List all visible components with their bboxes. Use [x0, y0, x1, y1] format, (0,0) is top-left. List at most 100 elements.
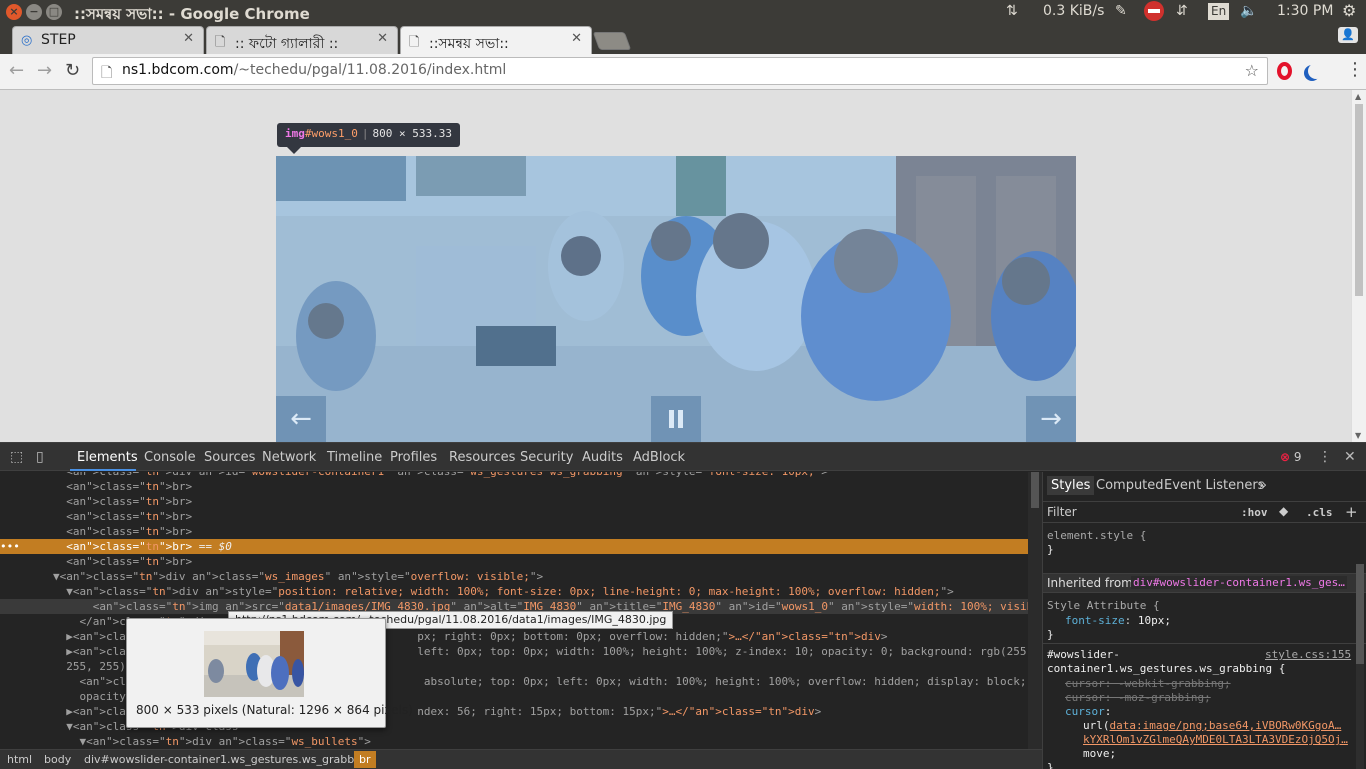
- scroll-down-icon[interactable]: ▼: [1355, 431, 1361, 440]
- devtools-tabbar: ⬚ ▯ Elements Console Sources Network Tim…: [0, 443, 1366, 471]
- minimize-window-button[interactable]: −: [26, 4, 42, 20]
- pause-button[interactable]: [651, 396, 701, 442]
- dom-node-line[interactable]: <an">class="tn">br>: [0, 524, 1028, 539]
- crumb-div[interactable]: div#wowslider-container1.ws_gestures.ws_…: [84, 753, 371, 766]
- cursor-url-cont[interactable]: kYXRlOm1vZGlmeQAyMDE0LTA3LTA3VDEzOjQ5Oj…: [1083, 733, 1348, 747]
- image-dimensions: 800 × 533 pixels (Natural: 1296 × 864 pi…: [136, 703, 413, 717]
- tab-adblock[interactable]: AdBlock: [633, 450, 685, 465]
- prev-arrow-icon[interactable]: ←: [276, 396, 326, 442]
- scroll-up-icon[interactable]: ▲: [1355, 92, 1361, 101]
- cls-toggle[interactable]: .cls: [1306, 506, 1333, 519]
- keyboard-layout[interactable]: En: [1208, 3, 1230, 20]
- back-icon[interactable]: ←: [9, 60, 24, 81]
- dom-node-line[interactable]: ▼<an">class="tn">div an">class="ws_bulle…: [0, 734, 1028, 749]
- overridden-decl[interactable]: cursor: -moz-grabbing;: [1065, 691, 1211, 705]
- crumb-html[interactable]: html: [7, 753, 32, 766]
- tab-security[interactable]: Security: [520, 450, 573, 465]
- close-devtools-icon[interactable]: ✕: [1344, 449, 1356, 465]
- cursor-decl[interactable]: cursor:: [1065, 705, 1111, 719]
- device-mode-icon[interactable]: ▯: [36, 449, 44, 465]
- inherited-node-link[interactable]: div#wowslider-container1.ws_ges…: [1131, 576, 1347, 589]
- elements-scrollbar[interactable]: [1028, 472, 1042, 749]
- dom-node-line[interactable]: ▼<an">class="tn">div an">style="position…: [0, 584, 1028, 599]
- menu-icon[interactable]: ⋮: [1346, 59, 1364, 80]
- dom-node-line[interactable]: <an">class="tn">br>: [0, 494, 1028, 509]
- close-icon[interactable]: ✕: [571, 31, 582, 46]
- tab-elements[interactable]: Elements: [77, 450, 138, 465]
- filter-input[interactable]: Filter: [1047, 505, 1077, 519]
- styles-scrollbar[interactable]: [1356, 564, 1364, 769]
- crumb-br[interactable]: br: [354, 751, 376, 768]
- devtools-panel: ⬚ ▯ Elements Console Sources Network Tim…: [0, 442, 1366, 769]
- image-slider[interactable]: ← →: [276, 156, 1076, 442]
- cursor-url[interactable]: url(data:image/png;base64,iVBORw0KGgoA…: [1083, 719, 1341, 733]
- tab-computed[interactable]: Computed: [1096, 478, 1164, 493]
- tab-audits[interactable]: Audits: [582, 450, 623, 465]
- element-style-rule[interactable]: element.style {: [1047, 529, 1146, 543]
- source-link[interactable]: style.css:155: [1265, 648, 1351, 662]
- opera-extension-icon[interactable]: [1275, 61, 1295, 81]
- net-speed: 0.3 KiB/s: [1043, 3, 1105, 19]
- tab-meeting[interactable]: 🗋 ::সমন্বয় সভা:: ✕: [400, 26, 592, 54]
- rule-selector[interactable]: container1.ws_gestures.ws_grabbing {: [1047, 662, 1285, 676]
- blocked-icon[interactable]: [1144, 1, 1164, 21]
- close-icon[interactable]: ✕: [183, 31, 194, 46]
- inspect-icon[interactable]: ⬚: [10, 449, 23, 465]
- tab-step[interactable]: ◎ STEP ✕: [12, 26, 204, 54]
- profile-icon[interactable]: 👤: [1338, 27, 1358, 43]
- page-scrollbar[interactable]: ▲ ▼: [1351, 90, 1366, 442]
- clock[interactable]: 1:30 PM: [1277, 3, 1333, 19]
- style-attribute-rule[interactable]: Style Attribute {: [1047, 599, 1160, 613]
- tab-styles[interactable]: Styles: [1047, 476, 1095, 495]
- inherited-label: Inherited from: [1047, 576, 1133, 590]
- dom-node-line[interactable]: <an">class="tn">div an">id="wowslider-co…: [0, 472, 1028, 479]
- tab-profiles[interactable]: Profiles: [390, 450, 437, 465]
- crumb-body[interactable]: body: [44, 753, 71, 766]
- dom-node-line[interactable]: <an">class="tn">br>: [0, 509, 1028, 524]
- address-bar[interactable]: 🗋 ns1.bdcom.com/~techedu/pgal/11.08.2016…: [92, 57, 1268, 85]
- hov-toggle[interactable]: :hov: [1241, 506, 1268, 519]
- tab-sources[interactable]: Sources: [204, 450, 255, 465]
- close-window-button[interactable]: ×: [6, 4, 22, 20]
- maximize-window-button[interactable]: □: [46, 4, 62, 20]
- crescent-extension-icon[interactable]: [1306, 61, 1326, 81]
- forward-icon[interactable]: →: [37, 60, 52, 81]
- network-updown-icon[interactable]: ⇵: [1176, 3, 1188, 19]
- tab-photo-gallery[interactable]: 🗋 :: ফটো গ্যালারী :: ✕: [206, 26, 398, 54]
- scroll-thumb[interactable]: [1356, 564, 1364, 664]
- new-tab-button[interactable]: [592, 32, 632, 50]
- reload-icon[interactable]: ↻: [65, 60, 80, 81]
- rule-close: }: [1047, 543, 1054, 556]
- tab-timeline[interactable]: Timeline: [327, 450, 382, 465]
- scroll-thumb[interactable]: [1031, 472, 1039, 508]
- more-tabs-icon[interactable]: »: [1259, 478, 1267, 493]
- active-tab-indicator: [70, 469, 136, 471]
- image-preview-popup: 800 × 533 pixels (Natural: 1296 × 864 pi…: [126, 618, 413, 728]
- tab-network[interactable]: Network: [262, 450, 316, 465]
- volume-icon[interactable]: 🔈: [1240, 3, 1257, 19]
- more-options-icon[interactable]: ⋮: [1318, 449, 1332, 465]
- font-size-decl[interactable]: font-size: 10px;: [1065, 614, 1171, 628]
- dom-node-line[interactable]: ▼<an">class="tn">div an">class="ws_image…: [0, 569, 1028, 584]
- url-text[interactable]: ns1.bdcom.com/~techedu/pgal/11.08.2016/i…: [122, 62, 506, 78]
- close-icon[interactable]: ✕: [377, 31, 388, 46]
- notes-icon[interactable]: ✎: [1115, 3, 1127, 19]
- paint-icon[interactable]: ◆: [1279, 504, 1288, 518]
- styles-filter-row: Filter :hov ◆ .cls +: [1043, 501, 1366, 523]
- tab-event-listeners[interactable]: Event Listeners: [1164, 478, 1264, 493]
- tab-console[interactable]: Console: [144, 450, 196, 465]
- next-arrow-icon[interactable]: →: [1026, 396, 1076, 442]
- add-rule-icon[interactable]: +: [1345, 503, 1358, 521]
- tab-label: :: ফটো গ্যালারী ::: [235, 36, 339, 52]
- bookmark-star-icon[interactable]: ☆: [1245, 61, 1259, 80]
- gear-icon[interactable]: ⚙: [1342, 1, 1356, 20]
- overridden-decl[interactable]: cursor: -webkit-grabbing;: [1065, 677, 1231, 691]
- dom-node-line[interactable]: <an">class="tn">br>: [0, 479, 1028, 494]
- rule-selector[interactable]: #wowslider-: [1047, 648, 1120, 662]
- selected-dom-node[interactable]: ••• <an">class="tn">br> == $0: [0, 539, 1028, 554]
- error-count[interactable]: ⊗ 9: [1280, 450, 1302, 464]
- network-transfer-icon[interactable]: ⇅: [1006, 3, 1018, 19]
- dom-node-line[interactable]: <an">class="tn">br>: [0, 554, 1028, 569]
- scroll-thumb[interactable]: [1355, 104, 1363, 296]
- tab-resources[interactable]: Resources: [449, 450, 515, 465]
